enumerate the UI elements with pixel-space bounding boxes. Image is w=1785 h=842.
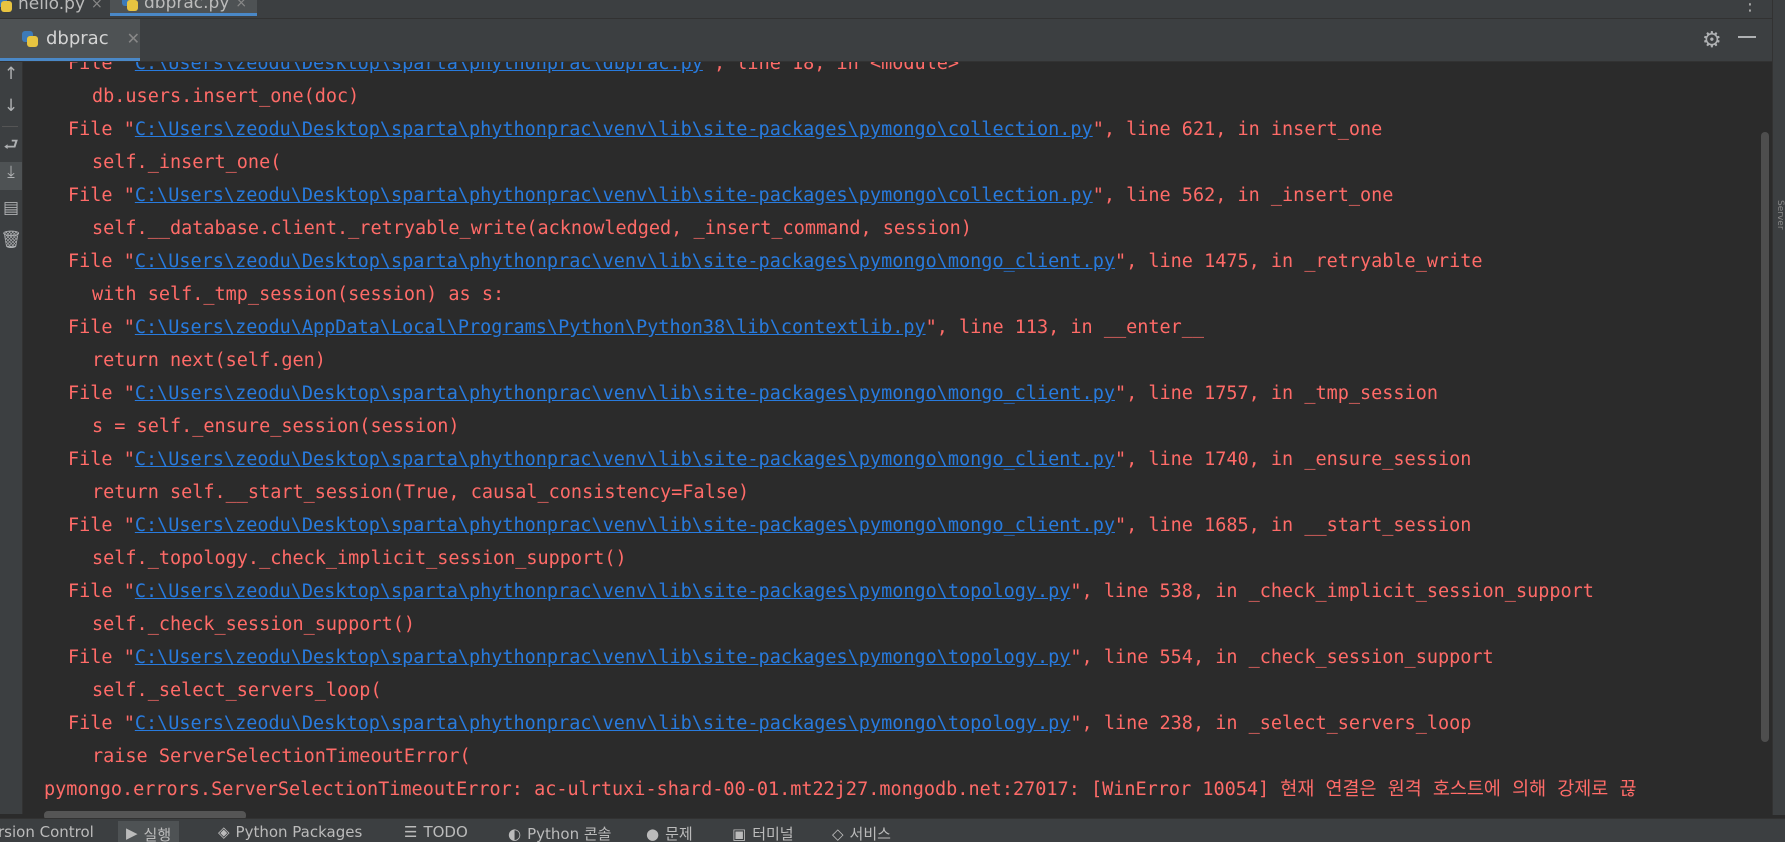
file-link[interactable]: C:\Users\zeodu\Desktop\sparta\phythonpra… (135, 449, 1115, 470)
server-tool-label[interactable]: Server (1772, 200, 1785, 230)
python-console-icon: ◐ (508, 825, 521, 842)
run-left-toolbar: ↑ ↓ ⮐ ⤓ ▤ 🗑 (0, 62, 23, 814)
file-link[interactable]: C:\Users\zeodu\Desktop\sparta\phythonpra… (135, 119, 1093, 140)
traceback-file-line: File "C:\Users\zeodu\AppData\Local\Progr… (68, 311, 1204, 344)
tool-services[interactable]: ◇서비스 (832, 823, 891, 842)
trash-icon[interactable]: 🗑 (0, 230, 22, 250)
minimize-icon[interactable] (1738, 36, 1756, 38)
tool-problems[interactable]: ●문제 (646, 823, 693, 842)
traceback-code-line: s = self._ensure_session(session) (92, 410, 460, 443)
traceback-code-line: return next(self.gen) (92, 344, 326, 377)
tool-terminal[interactable]: ▣터미널 (732, 823, 794, 842)
editor-tab-hello[interactable]: hello.py × (0, 0, 103, 16)
print-icon[interactable]: ▤ (0, 198, 22, 218)
file-link[interactable]: C:\Users\zeodu\AppData\Local\Programs\Py… (135, 317, 926, 338)
tool-todo[interactable]: ☰TODO (404, 823, 468, 841)
close-icon[interactable]: × (235, 0, 247, 11)
file-link[interactable]: C:\Users\zeodu\Desktop\sparta\phythonpra… (135, 62, 703, 74)
file-link[interactable]: C:\Users\zeodu\Desktop\sparta\phythonpra… (135, 251, 1115, 272)
traceback-file-line: File "C:\Users\zeodu\Desktop\sparta\phyt… (68, 575, 1594, 608)
traceback-code-line: self._select_servers_loop( (92, 674, 382, 707)
python-file-icon (22, 31, 38, 47)
terminal-icon: ▣ (732, 825, 746, 842)
file-link[interactable]: C:\Users\zeodu\Desktop\sparta\phythonpra… (135, 713, 1071, 734)
traceback-file-line: File "C:\Users\zeodu\Desktop\sparta\phyt… (68, 641, 1494, 674)
traceback-file-line: File "C:\Users\zeodu\Desktop\sparta\phyt… (68, 62, 959, 80)
file-link[interactable]: C:\Users\zeodu\Desktop\sparta\phythonpra… (135, 383, 1115, 404)
traceback-file-line: File "C:\Users\zeodu\Desktop\sparta\phyt… (68, 113, 1382, 146)
bottom-tool-bar: rsion Control ▶실행 ◈Python Packages ☰TODO… (0, 818, 1785, 842)
run-tab-dbprac[interactable]: dbprac ✕ (0, 19, 140, 61)
python-file-icon (0, 0, 12, 12)
traceback-file-line: File "C:\Users\zeodu\Desktop\sparta\phyt… (68, 245, 1483, 278)
more-options-icon[interactable]: ⋮ (1741, 0, 1757, 15)
tool-python-packages[interactable]: ◈Python Packages (218, 823, 362, 841)
gear-icon[interactable]: ⚙ (1702, 28, 1722, 53)
file-link[interactable]: C:\Users\zeodu\Desktop\sparta\phythonpra… (135, 515, 1115, 536)
python-file-icon (122, 0, 138, 11)
editor-tab-bar: hello.py × dbprac.py × ⋮ (0, 0, 1785, 19)
file-link[interactable]: C:\Users\zeodu\Desktop\sparta\phythonpra… (135, 581, 1071, 602)
editor-tab-label: dbprac.py (144, 0, 229, 13)
soft-wrap-icon[interactable]: ⮐ (0, 132, 22, 161)
editor-tab-dbprac[interactable]: dbprac.py × (110, 0, 257, 16)
arrow-down-icon[interactable]: ↓ (0, 96, 22, 116)
file-link[interactable]: C:\Users\zeodu\Desktop\sparta\phythonpra… (135, 647, 1071, 668)
traceback-file-line: File "C:\Users\zeodu\Desktop\sparta\phyt… (68, 377, 1438, 410)
error-message: pymongo.errors.ServerSelectionTimeoutErr… (44, 773, 1636, 806)
traceback-file-line: File "C:\Users\zeodu\Desktop\sparta\phyt… (68, 707, 1471, 740)
traceback-code-line: raise ServerSelectionTimeoutError( (92, 740, 471, 773)
traceback-code-line: with self._tmp_session(session) as s: (92, 278, 504, 311)
tool-python-console[interactable]: ◐Python 콘솔 (508, 823, 611, 842)
services-icon: ◇ (832, 825, 844, 842)
run-window-header: dbprac ✕ ⚙ (0, 19, 1785, 62)
close-icon[interactable]: ✕ (127, 29, 140, 48)
problems-icon: ● (646, 825, 659, 842)
tool-version-control[interactable]: rsion Control (0, 823, 94, 841)
arrow-up-icon[interactable]: ↑ (0, 64, 22, 84)
traceback-file-line: File "C:\Users\zeodu\Desktop\sparta\phyt… (68, 509, 1471, 542)
console-output[interactable]: File "C:\Users\zeodu\Desktop\sparta\phyt… (24, 62, 1758, 810)
traceback-file-line: File "C:\Users\zeodu\Desktop\sparta\phyt… (68, 443, 1471, 476)
tool-run[interactable]: ▶실행 (118, 821, 179, 842)
right-tool-strip (1772, 0, 1785, 815)
traceback-code-line: db.users.insert_one(doc) (92, 80, 359, 113)
vertical-scrollbar[interactable] (1761, 132, 1769, 742)
scroll-to-end-icon[interactable]: ⤓ (0, 162, 22, 190)
traceback-code-line: self._insert_one( (92, 146, 281, 179)
list-icon: ☰ (404, 823, 417, 841)
traceback-code-line: self._check_session_support() (92, 608, 415, 641)
run-tab-label: dbprac (46, 28, 109, 49)
traceback-code-line: self.__database.client._retryable_write(… (92, 212, 972, 245)
traceback-code-line: self._topology._check_implicit_session_s… (92, 542, 627, 575)
file-link[interactable]: C:\Users\zeodu\Desktop\sparta\phythonpra… (135, 185, 1093, 206)
close-icon[interactable]: × (91, 0, 103, 12)
editor-tab-label: hello.py (18, 0, 85, 14)
run-icon: ▶ (126, 824, 138, 842)
layers-icon: ◈ (218, 823, 230, 841)
traceback-code-line: return self.__start_session(True, causal… (92, 476, 749, 509)
traceback-file-line: File "C:\Users\zeodu\Desktop\sparta\phyt… (68, 179, 1393, 212)
